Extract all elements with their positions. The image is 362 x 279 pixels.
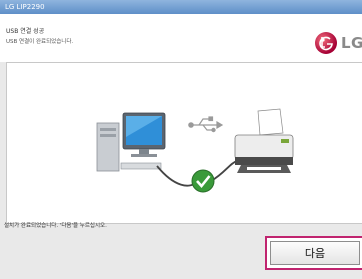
computer-icon [96,112,166,172]
status-message: 설치가 완료되었습니다. '다음'을 누르십시오. [4,223,107,229]
printer-icon [234,108,294,173]
usb-icon [188,116,224,133]
page-subheading: USB 연결이 완료되었습니다. [6,39,74,45]
lg-logo: LG [315,32,362,58]
title-bar: LG LIP2290 [0,0,362,14]
content-panel [6,62,362,224]
page-heading: USB 연결 성공 [6,28,45,35]
lg-logo-text: LG [341,34,362,52]
header-panel: USB 연결 성공 USB 연결이 완료되었습니다. LG [0,14,362,62]
installer-window: LG LIP2290 USB 연결 성공 USB 연결이 완료되었습니다. LG [0,0,362,279]
next-button[interactable]: 다음 [265,236,362,270]
next-button-label[interactable]: 다음 [270,241,360,265]
lg-logo-icon [315,32,337,54]
checkmark-icon [191,169,215,193]
usb-connection-illustration [96,108,294,193]
